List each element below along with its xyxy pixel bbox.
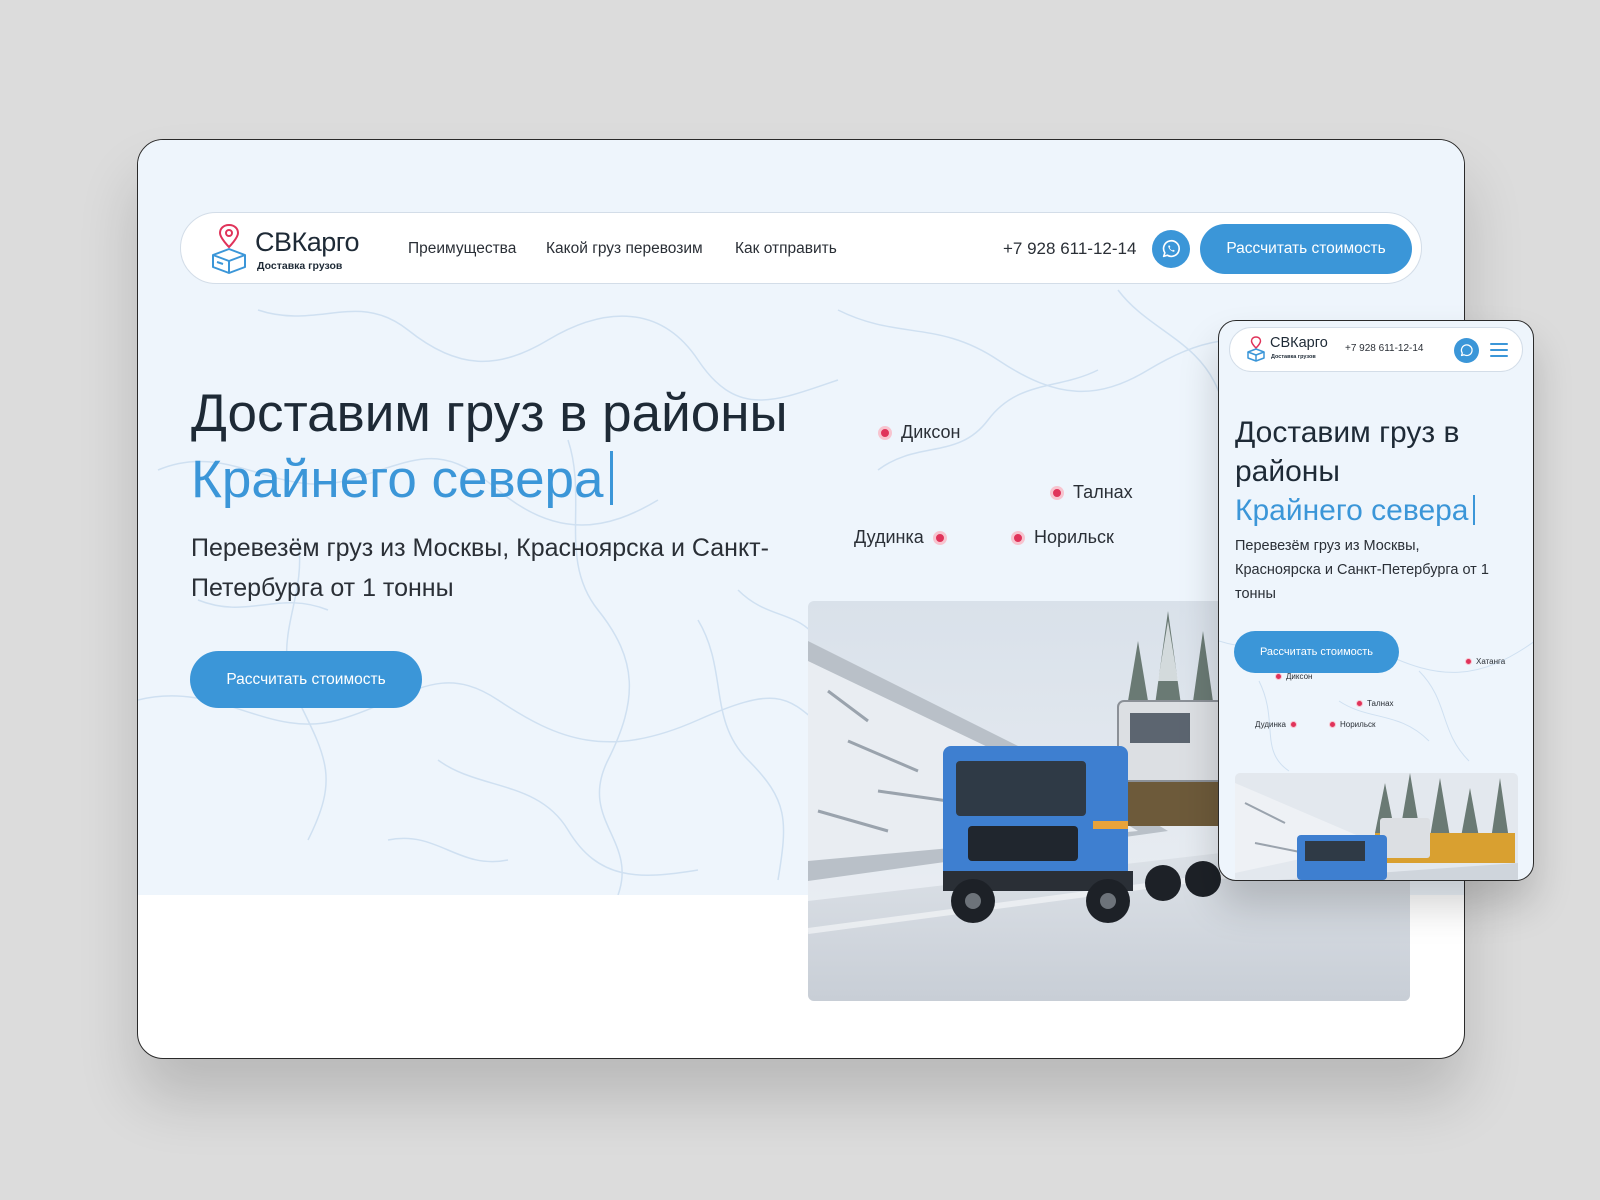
mobile-hero-headline-accent: Крайнего севера <box>1235 494 1469 527</box>
phone-number[interactable]: +7 928 611-12-14 <box>1003 239 1136 259</box>
map-marker-icon <box>1465 658 1472 665</box>
mobile-city-marker-norilsk: Норильск <box>1329 720 1375 729</box>
hero-headline: Доставим груз в районы <box>191 384 788 443</box>
mobile-city-marker-dudinka: Дудинка <box>1255 720 1298 729</box>
map-marker-icon <box>1050 485 1064 500</box>
city-label: Норильск <box>1034 527 1114 547</box>
mobile-truck-photo <box>1235 773 1518 880</box>
mobile-calculate-cost-button[interactable]: Рассчитать стоимость <box>1234 631 1399 673</box>
mobile-hero-headline: Доставим груз в районы <box>1235 416 1460 488</box>
whatsapp-button[interactable] <box>1152 230 1190 268</box>
city-marker-dudinka: Дудинка <box>854 527 947 548</box>
mobile-mockup: СВКарго Доставка грузов +7 928 611-12-14… <box>1218 320 1534 881</box>
mobile-city-marker-khatanga: Хатанга <box>1465 657 1505 666</box>
map-marker-icon <box>932 530 947 545</box>
calculate-cost-button-header[interactable]: Рассчитать стоимость <box>1200 224 1412 274</box>
map-marker-icon <box>1329 721 1336 728</box>
calculate-cost-button-hero[interactable]: Рассчитать стоимость <box>190 651 422 708</box>
mobile-hero-lead: Перевезём груз из Москвы, Красноярска и … <box>1235 538 1489 602</box>
city-label: Талнах <box>1073 482 1133 502</box>
whatsapp-icon <box>1162 239 1180 258</box>
mobile-logo[interactable]: СВКарго Доставка грузов <box>1246 334 1336 366</box>
hero-headline-accent-line: Крайнего севера <box>191 448 613 512</box>
city-label: Диксон <box>901 422 961 442</box>
nav-link-cargo-types[interactable]: Какой груз перевозим <box>546 240 703 258</box>
city-label: Норильск <box>1340 720 1376 729</box>
map-marker-icon <box>1356 700 1363 707</box>
city-marker-dikson: Диксон <box>878 422 960 443</box>
typing-caret <box>609 451 613 505</box>
map-marker-icon <box>1011 530 1025 545</box>
location-pin-box-icon <box>1247 336 1265 362</box>
brand-tagline: Доставка грузов <box>257 260 343 272</box>
whatsapp-icon <box>1460 344 1473 357</box>
location-pin-box-icon <box>212 223 246 274</box>
mobile-city-marker-talnakh: Талнах <box>1356 699 1394 708</box>
mobile-header: СВКарго Доставка грузов +7 928 611-12-14 <box>1229 327 1523 372</box>
nav-link-advantages[interactable]: Преимущества <box>408 240 516 258</box>
mobile-whatsapp-button[interactable] <box>1454 338 1479 363</box>
site-header: СВКарго Доставка грузов Преимущества Как… <box>180 212 1422 284</box>
city-marker-talnakh: Талнах <box>1050 482 1133 503</box>
mobile-brand-tagline: Доставка грузов <box>1271 354 1316 360</box>
city-label: Диксон <box>1286 672 1313 681</box>
city-label: Дудинка <box>854 527 924 547</box>
city-label: Хатанга <box>1476 657 1506 666</box>
mobile-brand-name: СВКарго <box>1270 335 1328 351</box>
map-marker-icon <box>878 425 892 440</box>
hero-lead: Перевезём груз из Москвы, Красноярска и … <box>191 534 769 602</box>
logo[interactable]: СВКарго Доставка грузов <box>209 223 389 275</box>
city-label: Талнах <box>1367 699 1394 708</box>
typing-caret <box>1472 495 1475 525</box>
city-label: Дудинка <box>1255 720 1287 729</box>
hamburger-icon[interactable] <box>1490 342 1510 358</box>
mobile-hero-headline-accent-line: Крайнего севера <box>1235 491 1475 530</box>
map-marker-icon <box>1290 721 1298 728</box>
hero-headline-accent: Крайнего севера <box>191 450 604 509</box>
nav-link-how-to-send[interactable]: Как отправить <box>735 240 837 258</box>
brand-name: СВКарго <box>255 227 360 257</box>
mobile-city-marker-dikson: Диксон <box>1275 672 1312 681</box>
map-marker-icon <box>1275 673 1282 680</box>
mobile-phone-number[interactable]: +7 928 611-12-14 <box>1345 343 1424 354</box>
city-marker-norilsk: Норильск <box>1011 527 1114 548</box>
